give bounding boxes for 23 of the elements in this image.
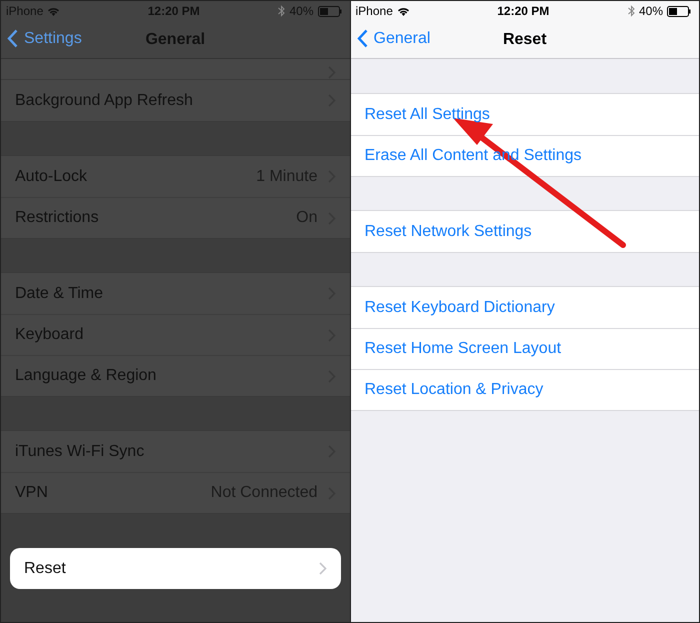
action-row[interactable]: Reset Network Settings (350, 211, 699, 252)
list-row[interactable] (1, 59, 350, 79)
action-row[interactable]: Reset All Settings (350, 94, 699, 135)
back-button[interactable]: Settings (7, 29, 82, 48)
action-row[interactable]: Reset Keyboard Dictionary (350, 287, 699, 328)
battery-icon (667, 6, 691, 16)
carrier-label: iPhone (356, 4, 393, 18)
bluetooth-icon (278, 5, 286, 17)
action-row[interactable]: Reset Location & Privacy (350, 369, 699, 410)
wifi-icon (47, 6, 60, 16)
battery-icon (318, 6, 342, 16)
battery-percent: 40% (638, 4, 663, 18)
back-chevron-icon (356, 29, 368, 48)
wifi-icon (396, 6, 410, 16)
screen-title: Reset (502, 30, 547, 48)
bluetooth-icon (628, 5, 635, 17)
settings-row[interactable]: Reset (10, 548, 340, 589)
chevron-icon (318, 562, 326, 575)
action-row[interactable]: Reset Home Screen Layout (350, 328, 699, 369)
back-chevron-icon (7, 29, 18, 48)
clock: 12:20 PM (497, 4, 550, 18)
row-label: Reset (24, 560, 67, 578)
back-button[interactable]: General (356, 29, 430, 48)
